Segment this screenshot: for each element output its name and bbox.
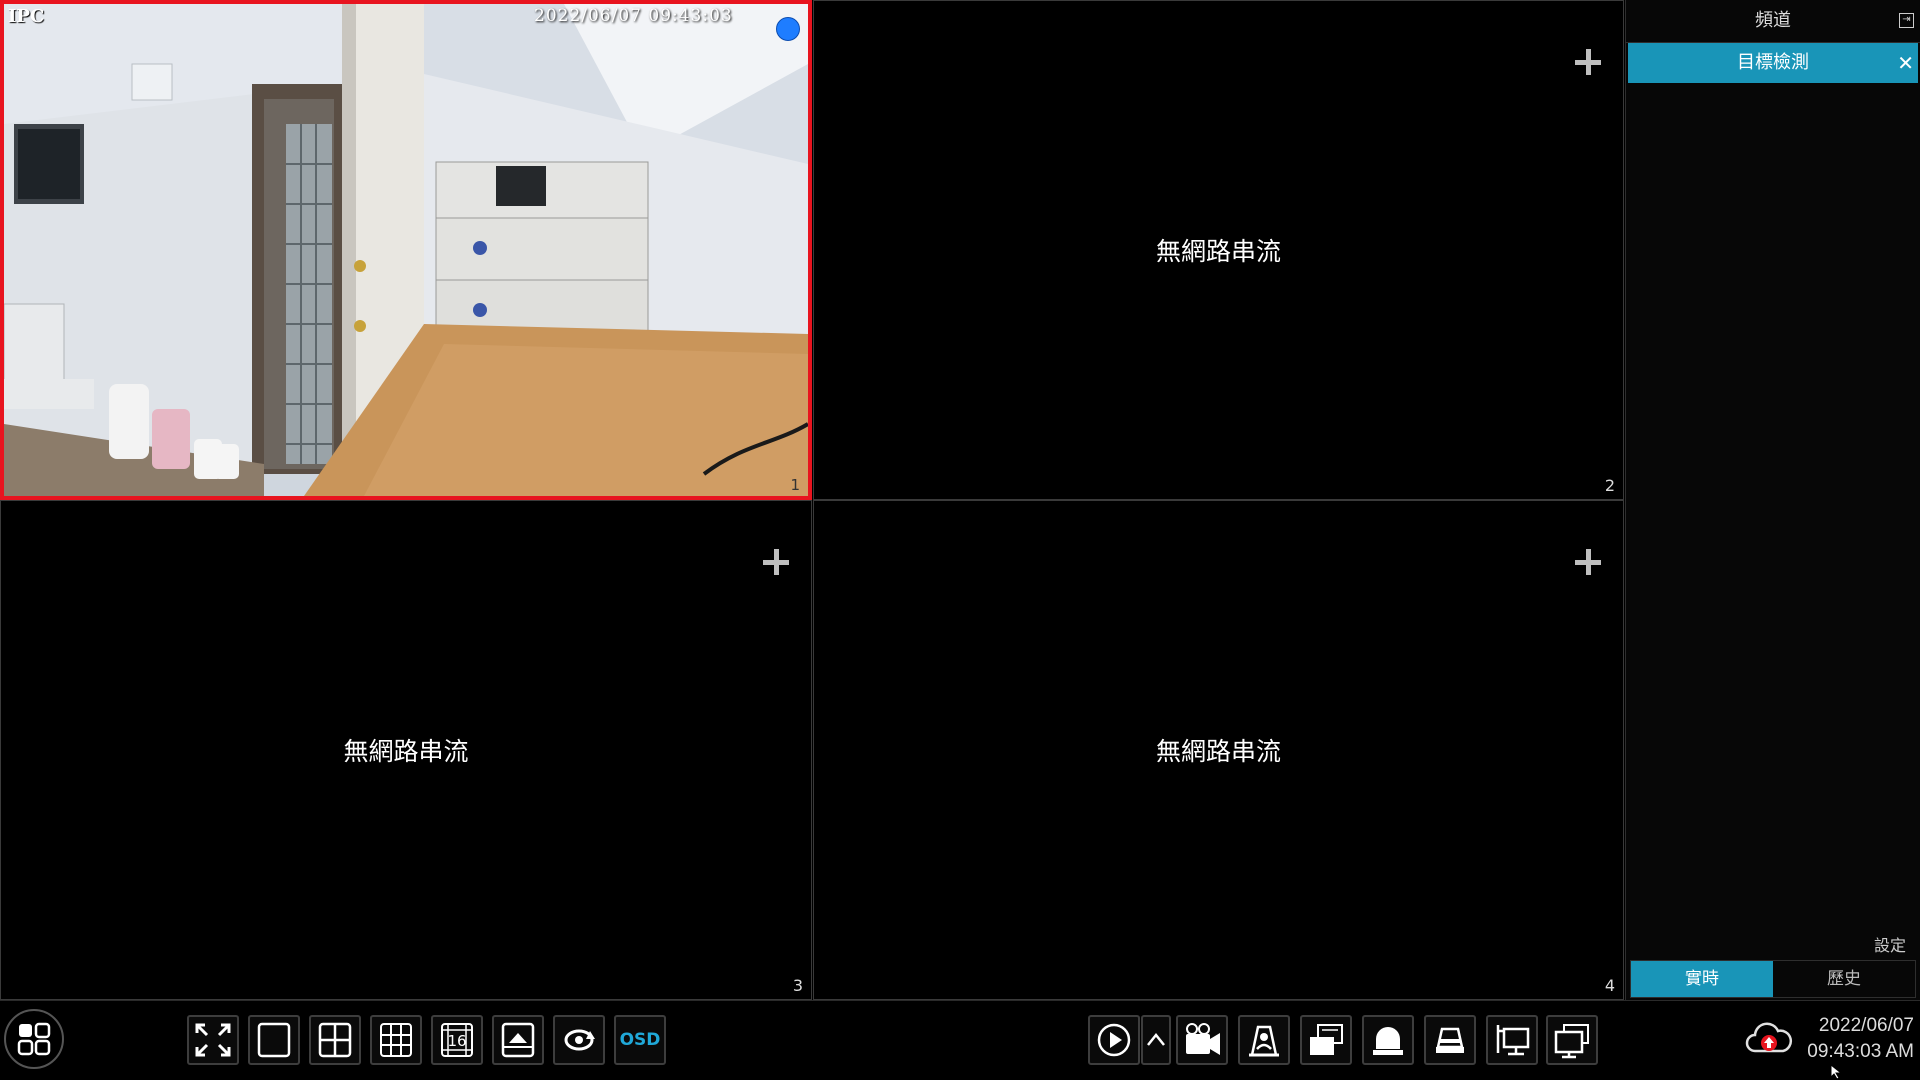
network-status-button[interactable] xyxy=(1486,1015,1538,1065)
add-camera-plus-icon[interactable] xyxy=(761,547,791,577)
video-tile-2[interactable]: 無網路串流 2 xyxy=(813,0,1624,500)
fullscreen-icon xyxy=(195,1023,231,1057)
panel-collapse-icon[interactable]: ⇥ xyxy=(1899,13,1914,28)
disk-status-button[interactable] xyxy=(1424,1015,1476,1065)
tile-number: 1 xyxy=(790,476,800,494)
disk-stack-icon xyxy=(1436,1027,1464,1053)
cloud-upgrade-button[interactable] xyxy=(1745,1019,1793,1063)
tab-label: 目標檢測 xyxy=(1737,52,1809,73)
mouse-cursor-icon xyxy=(1830,1064,1843,1080)
no-stream-message: 無網路串流 xyxy=(343,737,469,766)
layout-16-label: 16 xyxy=(447,1032,466,1050)
no-stream-message: 無網路串流 xyxy=(1155,737,1281,766)
camera-timestamp-osd: 2022/06/07 09:43:03 xyxy=(534,6,733,26)
layout-1-button[interactable] xyxy=(248,1015,300,1065)
rotate-view-icon xyxy=(564,1029,595,1051)
grid-menu-icon xyxy=(17,1022,51,1056)
video-tile-1[interactable]: IPC 2022/06/07 09:43:03 1 xyxy=(0,0,812,500)
tile-number: 3 xyxy=(792,976,803,995)
layout-custom-button[interactable] xyxy=(492,1015,544,1065)
single-screen-icon xyxy=(257,1022,291,1058)
panel-title: 頻道 xyxy=(1755,10,1791,31)
cloud-alert-icon xyxy=(1745,1022,1792,1053)
camera-feed-image xyxy=(4,4,808,496)
stacked-screens-icon xyxy=(1310,1024,1343,1055)
nine-screen-icon xyxy=(380,1023,412,1057)
video-tile-4[interactable]: 無網路串流 4 xyxy=(813,500,1624,1000)
mode-live-button[interactable]: 實時 xyxy=(1631,961,1773,997)
alarm-status-button[interactable] xyxy=(1362,1015,1414,1065)
mode-history-button[interactable]: 歷史 xyxy=(1773,961,1915,997)
siren-icon xyxy=(1373,1027,1403,1055)
manual-alarm-button[interactable] xyxy=(1238,1015,1290,1065)
close-icon[interactable]: ✕ xyxy=(1897,43,1914,83)
manual-record-button[interactable] xyxy=(1176,1015,1228,1065)
add-camera-plus-icon[interactable] xyxy=(1573,47,1603,77)
play-icon xyxy=(1097,1023,1131,1057)
network-monitor-icon xyxy=(1496,1025,1530,1056)
layout-16-button[interactable]: 16 xyxy=(431,1015,483,1065)
add-camera-plus-icon[interactable] xyxy=(1573,547,1603,577)
clock-time: 09:43:03 AM xyxy=(1807,1041,1914,1062)
tab-target-detection[interactable]: 目標檢測 ✕ xyxy=(1628,43,1918,83)
fullscreen-button[interactable] xyxy=(187,1015,239,1065)
sequence-view-button[interactable] xyxy=(1300,1015,1352,1065)
expand-toolbar-button[interactable] xyxy=(1141,1015,1171,1065)
osd-toggle-button[interactable]: OSD xyxy=(614,1015,666,1065)
sixteen-screen-icon: 16 xyxy=(441,1023,473,1057)
tile-number: 2 xyxy=(1604,476,1615,495)
channel-panel: 頻道 ⇥ 目標檢測 ✕ 設定 實時 歷史 xyxy=(1625,0,1920,1000)
record-indicator-icon xyxy=(776,17,800,41)
bottom-toolbar: 16 OSD 2022/06/07 09:43:03 AM xyxy=(0,1000,1920,1080)
layout-9-button[interactable] xyxy=(370,1015,422,1065)
no-stream-message: 無網路串流 xyxy=(1155,237,1281,266)
video-camera-icon xyxy=(1186,1023,1220,1055)
main-menu-button[interactable] xyxy=(4,1009,64,1069)
dual-monitor-icon xyxy=(1554,1024,1589,1059)
clock-date: 2022/06/07 xyxy=(1818,1015,1914,1036)
mode-switch: 實時 歷史 xyxy=(1630,960,1916,998)
quad-screen-icon xyxy=(318,1022,352,1058)
playback-button[interactable] xyxy=(1088,1015,1140,1065)
alarm-person-icon xyxy=(1249,1025,1279,1057)
chevron-up-icon xyxy=(1147,1032,1165,1046)
layout-4-button[interactable] xyxy=(309,1015,361,1065)
system-clock: 2022/06/07 09:43:03 AM xyxy=(1807,1013,1914,1065)
camera-name-osd: IPC xyxy=(8,6,45,27)
panel-header: 頻道 ⇥ xyxy=(1626,0,1920,43)
settings-link[interactable]: 設定 xyxy=(1874,932,1906,956)
auto-sequence-button[interactable] xyxy=(553,1015,605,1065)
video-tile-3[interactable]: 無網路串流 3 xyxy=(0,500,812,1000)
picture-in-picture-icon xyxy=(501,1022,535,1058)
tile-number: 4 xyxy=(1604,976,1615,995)
output-switch-button[interactable] xyxy=(1546,1015,1598,1065)
